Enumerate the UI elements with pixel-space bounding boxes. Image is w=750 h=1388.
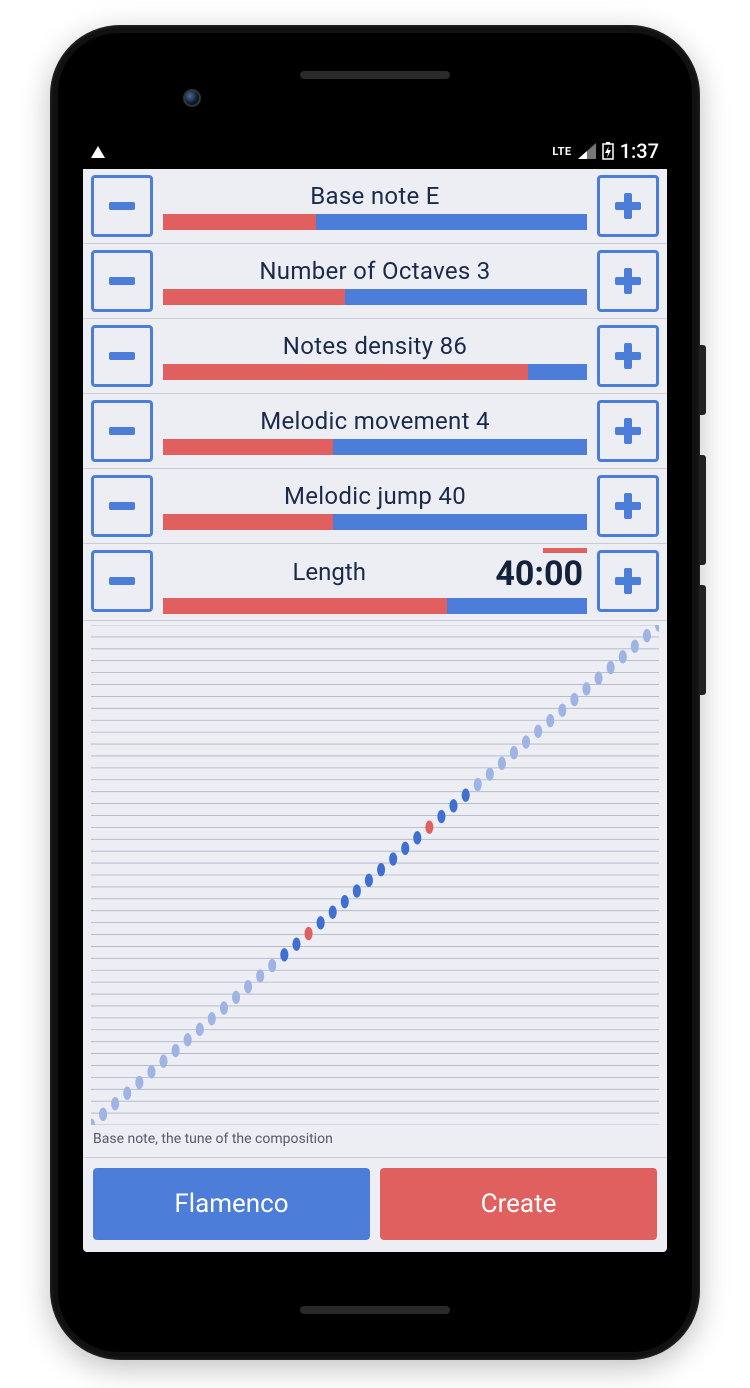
decrement-button[interactable] [91, 250, 153, 312]
plus-icon [611, 264, 645, 298]
speaker [300, 1306, 450, 1314]
increment-button[interactable] [597, 250, 659, 312]
speaker [300, 71, 450, 79]
front-camera [183, 89, 201, 107]
screen: LTE 1:37 Base note E [83, 133, 667, 1252]
param-row-movement: Melodic movement 4 [83, 394, 667, 469]
param-row-length: Length 40:00 [83, 544, 667, 621]
chart-caption: Base note, the tune of the composition [91, 1125, 659, 1157]
minus-icon [105, 339, 139, 373]
decrement-button[interactable] [91, 175, 153, 237]
style-button-label: Flamenco [174, 1189, 288, 1219]
plus-icon [611, 564, 645, 598]
create-button[interactable]: Create [380, 1168, 657, 1240]
plus-icon [611, 339, 645, 373]
side-button [700, 455, 706, 565]
increment-button[interactable] [597, 325, 659, 387]
param-label: Melodic jump 40 [163, 482, 587, 510]
minus-icon [105, 564, 139, 598]
android-n-icon [91, 146, 105, 158]
minus-icon [105, 489, 139, 523]
phone-frame: LTE 1:37 Base note E [50, 25, 700, 1360]
param-row-base-note: Base note E [83, 169, 667, 244]
param-slider[interactable] [163, 214, 587, 230]
param-slider[interactable] [163, 439, 587, 455]
decrement-button[interactable] [91, 475, 153, 537]
param-slider[interactable] [163, 289, 587, 305]
param-row-density: Notes density 86 [83, 319, 667, 394]
side-button [700, 585, 706, 695]
create-button-label: Create [481, 1189, 557, 1219]
pitch-chart [91, 625, 659, 1125]
battery-charging-icon [602, 142, 614, 160]
minus-icon [105, 189, 139, 223]
decrement-button[interactable] [91, 550, 153, 612]
plus-icon [611, 189, 645, 223]
param-slider[interactable] [163, 598, 587, 614]
decrement-button[interactable] [91, 400, 153, 462]
increment-button[interactable] [597, 400, 659, 462]
status-bar: LTE 1:37 [83, 133, 667, 169]
param-slider[interactable] [163, 364, 587, 380]
increment-button[interactable] [597, 475, 659, 537]
param-label: Number of Octaves 3 [163, 257, 587, 285]
decrement-button[interactable] [91, 325, 153, 387]
bottom-actions: Flamenco Create [83, 1158, 667, 1252]
increment-button[interactable] [597, 175, 659, 237]
param-row-jump: Melodic jump 40 [83, 469, 667, 544]
plus-icon [611, 414, 645, 448]
param-row-octaves: Number of Octaves 3 [83, 244, 667, 319]
minus-icon [105, 414, 139, 448]
minus-icon [105, 264, 139, 298]
signal-icon [578, 143, 596, 159]
style-button[interactable]: Flamenco [93, 1168, 370, 1240]
network-type-label: LTE [552, 145, 571, 158]
side-button [700, 345, 706, 415]
increment-button[interactable] [597, 550, 659, 612]
chart-panel: Base note, the tune of the composition [83, 621, 667, 1158]
app-content: Base note E Number of Octaves 3 [83, 169, 667, 1252]
plus-icon [611, 489, 645, 523]
param-slider[interactable] [163, 514, 587, 530]
length-value[interactable]: 40:00 [495, 550, 587, 594]
clock: 1:37 [620, 139, 659, 163]
param-label: Melodic movement 4 [163, 407, 587, 435]
param-label: Length [163, 558, 495, 586]
param-label: Notes density 86 [163, 332, 587, 360]
param-label: Base note E [163, 182, 587, 210]
